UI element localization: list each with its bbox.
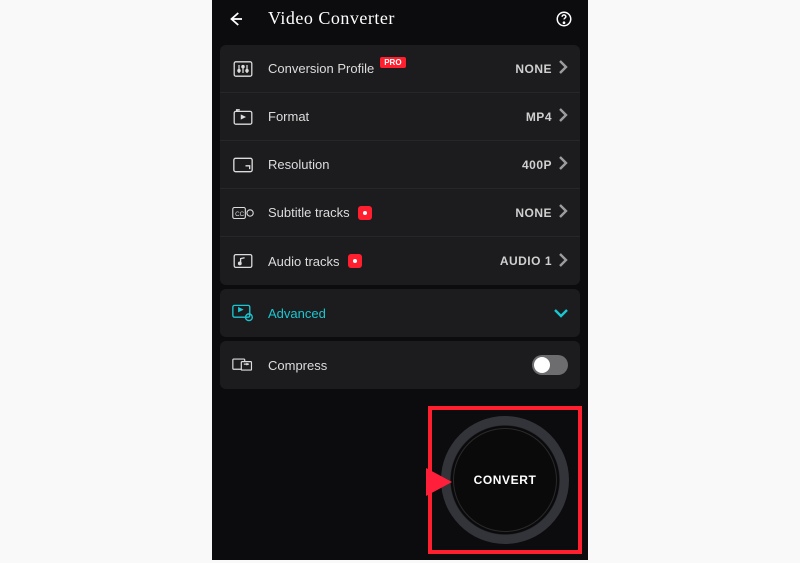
compress-toggle[interactable] [532,355,568,375]
row-format[interactable]: Format MP4 [220,93,580,141]
advanced-icon [232,305,254,321]
help-button[interactable] [554,9,574,29]
row-value: AUDIO 1 [500,254,552,268]
alert-badge [348,254,362,268]
row-label: Subtitle tracks [268,205,515,220]
header: Video Converter [212,0,588,41]
resolution-icon [232,157,254,173]
row-value: 400P [522,158,552,172]
convert-label: CONVERT [453,428,557,532]
help-icon [555,10,573,28]
chevron-right-icon [558,253,568,270]
chevron-right-icon [558,60,568,77]
compress-icon [232,357,254,373]
back-button[interactable] [226,9,246,29]
cc-icon: CC [232,205,254,221]
pro-badge: PRO [380,57,405,68]
settings-list: Conversion Profile PRO NONE Format MP4 [220,45,580,285]
chevron-down-icon [554,306,568,321]
row-subtitle-tracks[interactable]: CC Subtitle tracks NONE [220,189,580,237]
chevron-right-icon [558,204,568,221]
row-value: NONE [515,206,552,220]
row-label: Resolution [268,157,522,172]
row-advanced[interactable]: Advanced [220,289,580,337]
row-label: Conversion Profile PRO [268,61,515,76]
row-resolution[interactable]: Resolution 400P [220,141,580,189]
alert-badge [358,206,372,220]
row-value: NONE [515,62,552,76]
chevron-right-icon [558,108,568,125]
app-screen: Video Converter Conversion Profile PRO [212,0,588,560]
row-label: Advanced [268,306,554,321]
row-conversion-profile[interactable]: Conversion Profile PRO NONE [220,45,580,93]
row-label: Compress [268,358,532,373]
row-compress[interactable]: Compress [220,341,580,389]
convert-button[interactable]: CONVERT [441,416,569,544]
music-icon [232,253,254,269]
row-audio-tracks[interactable]: Audio tracks AUDIO 1 [220,237,580,285]
format-icon [232,109,254,125]
chevron-right-icon [558,156,568,173]
arrow-left-icon [227,10,245,28]
sliders-icon [232,61,254,77]
compress-section: Compress [220,341,580,389]
row-label: Format [268,109,526,124]
page-title: Video Converter [246,8,554,29]
convert-highlight: CONVERT [428,406,582,554]
row-label: Audio tracks [268,254,500,269]
advanced-section: Advanced [220,289,580,337]
row-value: MP4 [526,110,552,124]
svg-text:CC: CC [235,211,245,218]
